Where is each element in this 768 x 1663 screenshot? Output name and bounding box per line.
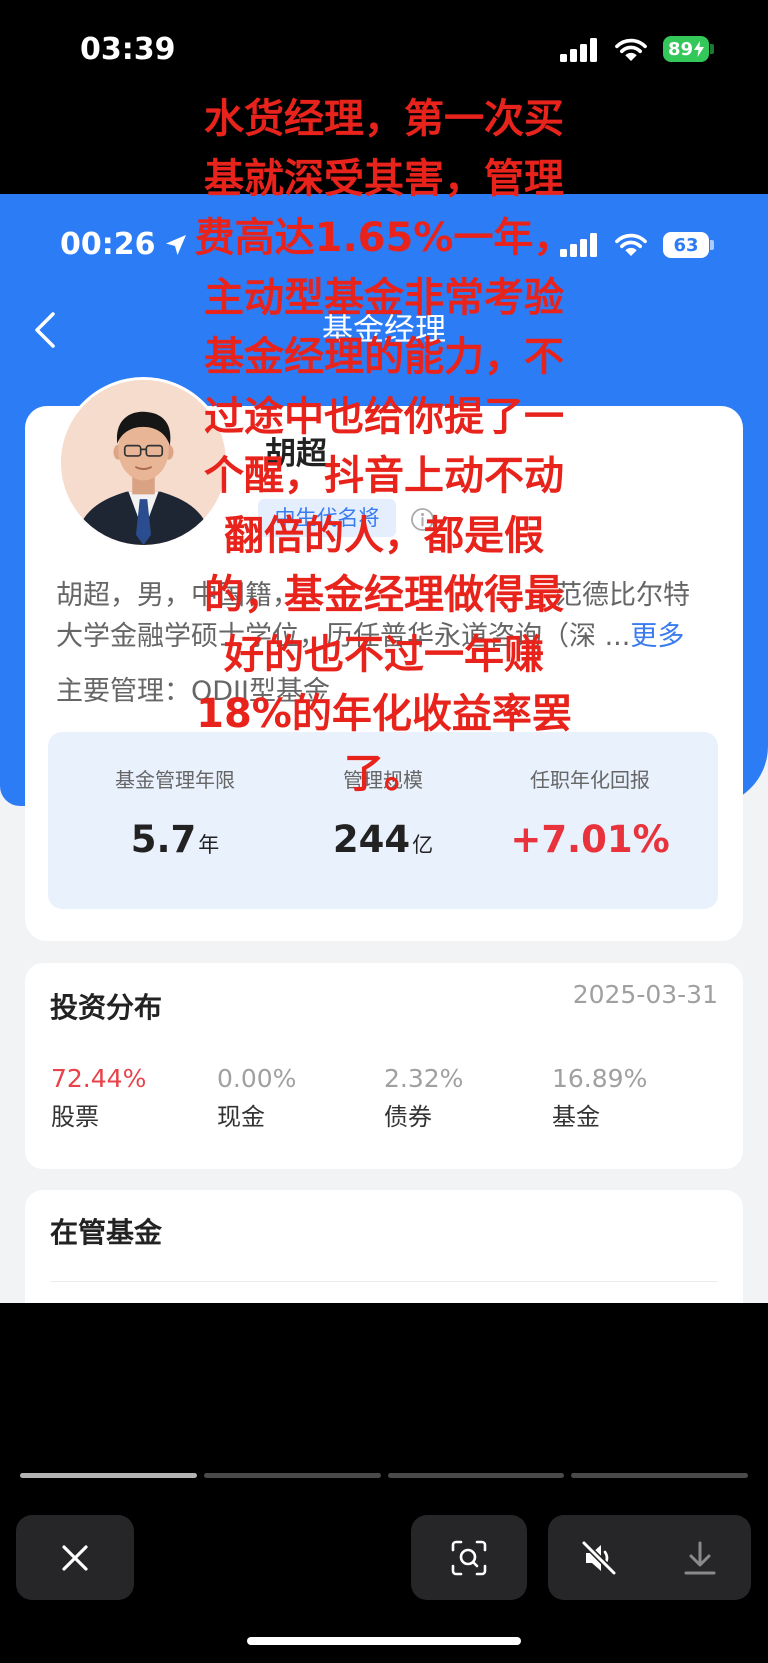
stat-value: 244亿 — [283, 816, 483, 871]
overlay-caption-line: 过途中也给你提了一 — [204, 393, 564, 440]
managed-funds-title: 在管基金 — [50, 1216, 163, 1249]
overlay-caption-line: 好的也不过一年赚 — [224, 631, 544, 678]
overlay-caption: 水货经理，第一次买 基就深受其害，管理 费高达1.65%一年， 主动型基金非常考… — [0, 90, 768, 810]
allocation-fund-percent: 16.89% — [552, 1064, 648, 1093]
allocation-fund-label: 基金 — [552, 1103, 600, 1131]
overlay-caption-line: 个醒，抖音上动不动 — [204, 453, 564, 499]
overlay-caption-line: 了。 — [344, 750, 424, 797]
home-indicator[interactable] — [247, 1637, 521, 1645]
media-actions-group — [548, 1515, 751, 1600]
outer-status-time: 03:39 — [80, 32, 176, 67]
battery-nub — [710, 44, 714, 54]
overlay-caption-line: 翻倍的人，都是假 — [224, 512, 544, 559]
battery-level: 89 — [667, 38, 694, 60]
overlay-caption-line: 基就深受其害，管理 — [204, 155, 564, 202]
story-progress-segment — [571, 1473, 748, 1478]
story-progress-segment — [20, 1473, 197, 1478]
allocation-cash-percent: 0.00% — [217, 1064, 297, 1093]
story-progress-segment — [387, 1473, 565, 1478]
charging-bolt-icon — [694, 41, 705, 57]
allocation-bond-label: 债券 — [384, 1103, 432, 1131]
close-icon — [55, 1538, 95, 1578]
speaker-muted-icon[interactable] — [579, 1538, 619, 1578]
overlay-caption-line: 主动型基金非常考验 — [204, 274, 564, 321]
allocation-stock-percent: 72.44% — [51, 1064, 147, 1093]
overlay-caption-line: 水货经理，第一次买 — [204, 96, 564, 142]
allocation-cash-label: 现金 — [217, 1103, 265, 1131]
overlay-caption-line: 费高达1.65%一年， — [194, 215, 574, 261]
cellular-signal-icon — [560, 38, 600, 66]
story-viewer: 03:39 89 00:26 63 基金经理 胡超 中生代名将 胡超，男，中国籍… — [0, 0, 768, 1663]
close-button[interactable] — [16, 1515, 134, 1600]
allocation-date: 2025-03-31 — [572, 980, 718, 1009]
overlay-caption-line: 基金经理的能力，不 — [204, 334, 564, 380]
allocation-stock-label: 股票 — [51, 1103, 99, 1131]
overlay-caption-line: 18%的年化收益率罢 — [196, 691, 572, 737]
story-progress-segment — [203, 1473, 381, 1478]
allocation-title: 投资分布 — [50, 991, 163, 1024]
wifi-icon — [614, 36, 648, 66]
download-icon[interactable] — [680, 1538, 720, 1578]
divider — [50, 1281, 718, 1282]
stat-unit: 亿 — [412, 833, 434, 857]
overlay-caption-line: 的，基金经理做得最 — [204, 572, 564, 618]
allocation-bond-percent: 2.32% — [384, 1064, 464, 1093]
stat-value: 5.7年 — [75, 816, 275, 871]
stat-number: 244 — [332, 818, 411, 861]
stat-unit: 年 — [198, 833, 220, 857]
stat-value: +7.01% — [490, 816, 690, 871]
visual-search-button[interactable] — [411, 1515, 527, 1600]
battery-indicator: 89 — [663, 36, 709, 62]
visual-search-icon — [449, 1538, 489, 1578]
stat-number: 5.7 — [130, 818, 197, 861]
story-progress-bar — [20, 1473, 748, 1478]
stat-number: +7.01% — [510, 818, 670, 861]
